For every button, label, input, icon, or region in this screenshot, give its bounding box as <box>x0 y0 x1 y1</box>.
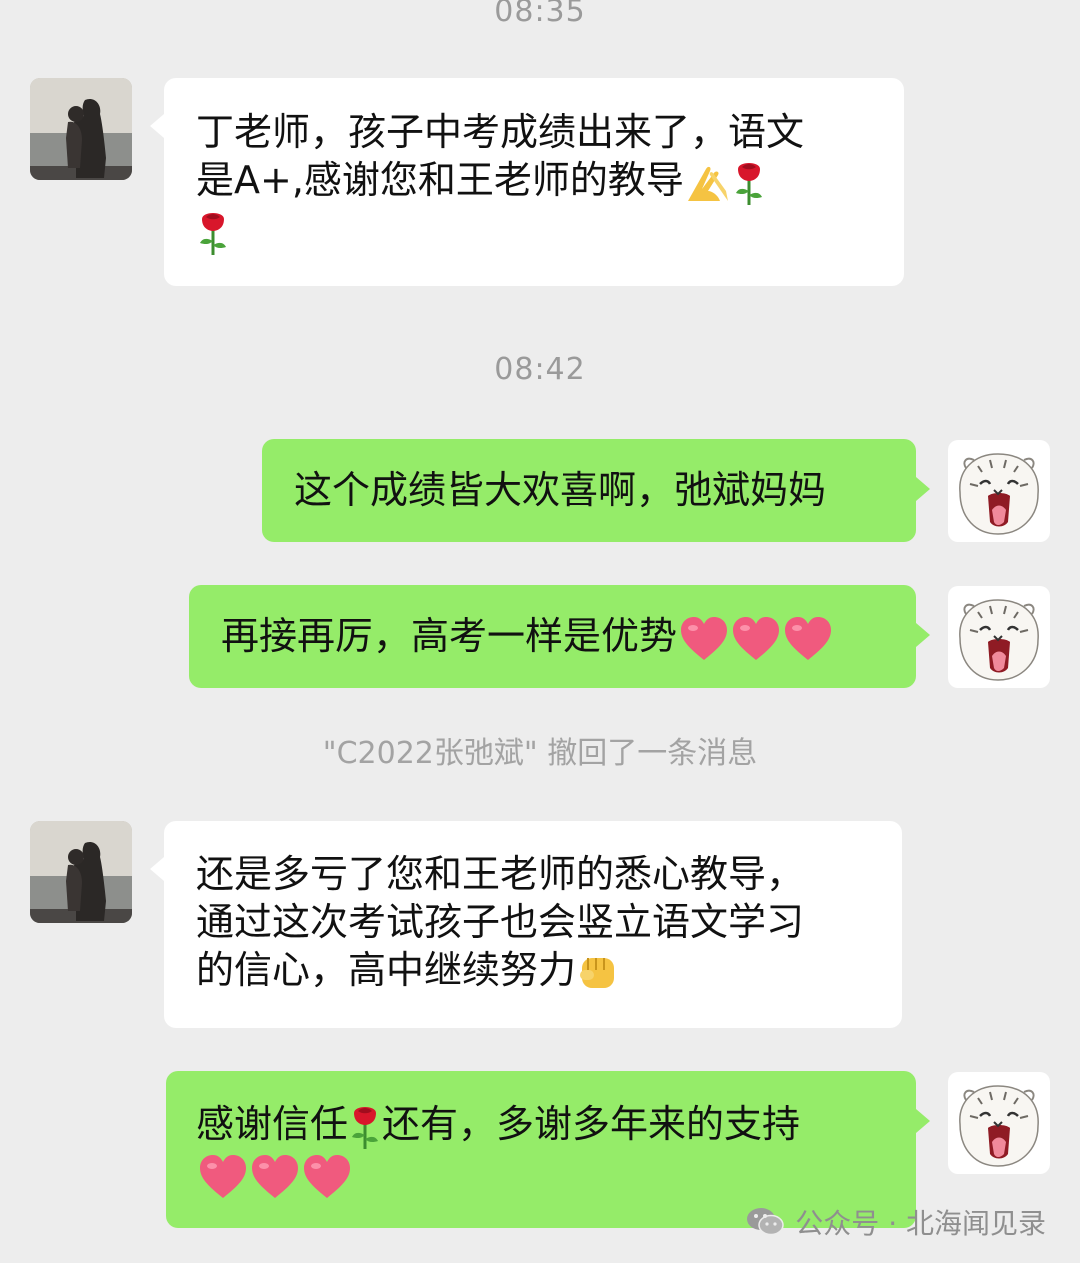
message-bubble[interactable]: 再接再厉，高考一样是优势 <box>189 585 930 688</box>
avatar-tiger-image <box>948 440 1050 542</box>
heart-icon <box>679 616 729 662</box>
message-text: 再接再厉，高考一样是优势 <box>221 614 678 658</box>
message-bubble[interactable]: 丁老师，孩子中考成绩出来了，语文 是A+,感谢您和王老师的教导 <box>150 78 904 286</box>
message-bubble[interactable]: 这个成绩皆大欢喜啊，弛斌妈妈 <box>262 439 930 542</box>
rose-icon <box>348 1103 382 1151</box>
watermark: 公众号 · 北海闻见录 <box>745 1202 1046 1242</box>
avatar-woman-image <box>30 821 132 923</box>
avatar[interactable] <box>30 821 132 923</box>
fist-icon <box>576 950 620 996</box>
avatar-tiger-image <box>948 1072 1050 1174</box>
rose-icon <box>732 159 766 207</box>
message-text: 这个成绩皆大欢喜啊，弛斌妈妈 <box>294 468 827 512</box>
message-text: 通过这次考试孩子也会竖立语文学习 <box>196 900 805 944</box>
message-text: 还是多亏了您和王老师的悉心教导， <box>196 852 805 896</box>
timestamp: 08:42 <box>494 352 586 387</box>
timestamp: 08:35 <box>494 0 586 29</box>
heart-icon <box>302 1154 352 1200</box>
message-text: 感谢信任 <box>196 1102 349 1146</box>
heart-icon <box>731 616 781 662</box>
message-text: 丁老师，孩子中考成绩出来了，语文 <box>196 110 805 154</box>
message-text: 是A+,感谢您和王老师的教导 <box>196 158 684 202</box>
avatar[interactable] <box>30 78 132 180</box>
recall-notice: "C2022张弛斌" 撤回了一条消息 <box>322 736 758 771</box>
heart-icon <box>250 1154 300 1200</box>
wechat-icon <box>745 1205 785 1239</box>
heart-icon <box>198 1154 248 1200</box>
watermark-text: 公众号 · 北海闻见录 <box>795 1207 1046 1240</box>
avatar[interactable] <box>948 440 1050 542</box>
message-text: 还有，多谢多年来的支持 <box>382 1102 801 1146</box>
heart-icon <box>783 616 833 662</box>
avatar-tiger-image <box>948 586 1050 688</box>
avatar[interactable] <box>948 1072 1050 1174</box>
avatar[interactable] <box>948 586 1050 688</box>
message-bubble[interactable]: 还是多亏了您和王老师的悉心教导， 通过这次考试孩子也会竖立语文学习 的信心，高中… <box>150 821 902 1028</box>
rose-icon <box>196 209 230 257</box>
pray-hands-icon <box>684 161 732 205</box>
avatar-woman-image <box>30 78 132 180</box>
message-text: 的信心，高中继续努力 <box>196 948 577 992</box>
